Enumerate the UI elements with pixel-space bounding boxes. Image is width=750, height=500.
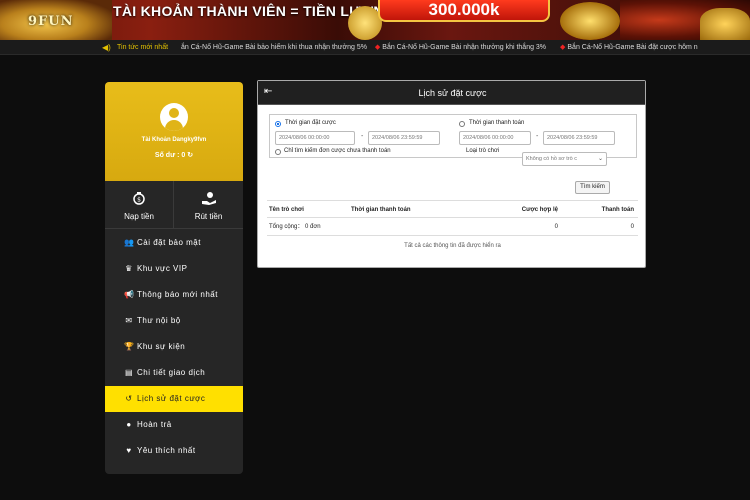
envelope-icon: ✉: [125, 316, 133, 325]
deposit-button[interactable]: $ Nạp tiền: [105, 181, 174, 229]
site-logo[interactable]: 9FUN: [0, 0, 112, 40]
history-icon: ↺: [125, 394, 133, 403]
logo-text: 9FUN: [28, 14, 74, 29]
banner-amount-box: 300.000k: [378, 0, 550, 22]
account-name: Tài Khoản Dangky9fvn: [141, 137, 207, 143]
svg-text:$: $: [137, 197, 141, 204]
menu-item-label: Khu sự kiện: [137, 342, 186, 351]
speaker-icon: ◀): [102, 43, 111, 52]
menu-item-label: Cài đặt bảo mật: [137, 238, 201, 247]
menu-item-vip[interactable]: ♛ Khu vực VIP: [105, 256, 243, 282]
panel-header: ⇤ Lịch sử đặt cược: [258, 81, 645, 105]
menu-item-label: Chi tiết giao dịch: [137, 368, 206, 377]
menu-item-events[interactable]: 🏆 Khu sự kiện: [105, 334, 243, 360]
menu-item-label: Thư nội bộ: [137, 316, 181, 325]
withdraw-button[interactable]: Rút tiền: [174, 181, 243, 229]
menu-item-transactions[interactable]: ▤ Chi tiết giao dịch: [105, 360, 243, 386]
users-cog-icon: 👥: [124, 238, 135, 247]
avatar-head: [169, 108, 179, 118]
bet-from-input[interactable]: 2024/08/06 00:00:00: [275, 131, 355, 145]
search-button[interactable]: Tìm kiếm: [575, 181, 610, 194]
total-count: 0 đơn: [305, 224, 321, 230]
ticker-item[interactable]: ◆ Bắn Cá-Nổ Hũ-Game Bài nhận thưởng khi t…: [375, 44, 552, 51]
profile-card: Tài Khoản Dangky9fvn Số dư : 0 ↻: [105, 82, 243, 181]
avatar: [160, 103, 188, 131]
total-cell: Tổng cộng： 0 đơn: [269, 218, 321, 236]
pay-time-label: Thời gian thanh toán: [469, 120, 525, 126]
megaphone-icon: 📢: [124, 290, 135, 299]
ticker-items: ắn Cá-Nổ Hũ-Game Bài bảo hiểm khi thua n…: [181, 40, 710, 54]
unsettled-label: Chỉ tìm kiếm đơn cược chưa thanh toán: [284, 148, 391, 154]
unsettled-checkbox[interactable]: [275, 149, 281, 155]
menu-item-label: Hoàn trả: [137, 420, 172, 429]
account-menu: 👥 Cài đặt bảo mật ♛ Khu vực VIP 📢 Thông báo…: [105, 230, 243, 464]
page-title: Lịch sử đặt cược: [418, 88, 487, 98]
bet-to-input[interactable]: 2024/08/06 23:59:59: [368, 131, 440, 145]
total-valid-bet: 0: [554, 224, 558, 230]
game-type-select[interactable]: Không có hồ sơ trò c ⌄: [522, 152, 607, 166]
menu-item-favorites[interactable]: ♥ Yêu thích nhất: [105, 438, 243, 464]
heart-icon: ♥: [126, 446, 132, 455]
coins-decoration: [700, 8, 750, 40]
refresh-icon[interactable]: ↻: [187, 152, 193, 159]
menu-item-announcements[interactable]: 📢 Thông báo mới nhất: [105, 282, 243, 308]
trophy-icon: 🏆: [124, 342, 135, 351]
promo-banner[interactable]: 9FUN TÀI KHOẢN THÀNH VIÊN = TIỀN LƯƠNG 3…: [0, 0, 750, 40]
news-ticker: ◀) Tin tức mới nhất ắn Cá-Nổ Hũ-Game Bài…: [0, 40, 750, 55]
col-payout: Thanh toán: [601, 207, 634, 213]
ticker-item[interactable]: ◆ Bắn Cá-Nổ Hũ-Game Bài đặt cược hôm n: [560, 44, 704, 51]
ticker-label: Tin tức mới nhất: [117, 44, 169, 51]
total-label: Tổng cộng：: [269, 224, 304, 230]
bet-time-radio[interactable]: [275, 121, 281, 127]
balance-row: Số dư : 0 ↻: [105, 151, 243, 159]
menu-item-label: Yêu thích nhất: [137, 446, 196, 455]
col-game-name: Tên trò chơi: [269, 207, 304, 213]
range-dash: -: [536, 133, 539, 140]
menu-item-bet-history[interactable]: ↺ Lịch sử đặt cược: [105, 386, 243, 412]
ticker-item[interactable]: ắn Cá-Nổ Hũ-Game Bài bảo hiểm khi thua n…: [181, 44, 367, 51]
menu-item-label: Lịch sử đặt cược: [137, 394, 206, 403]
hand-money-icon: [174, 191, 243, 208]
game-type-value: Không có hồ sơ trò c: [526, 156, 577, 162]
deposit-label: Nạp tiền: [124, 212, 154, 221]
bullet-icon: ◆: [374, 44, 381, 51]
menu-item-label: Khu vực VIP: [137, 264, 188, 273]
account-sidebar: Tài Khoản Dangky9fvn Số dư : 0 ↻ $ Nạp t…: [105, 82, 243, 474]
chevron-down-icon: ⌄: [597, 156, 603, 162]
menu-item-label: Thông báo mới nhất: [137, 290, 218, 299]
menu-item-inbox[interactable]: ✉ Thư nội bộ: [105, 308, 243, 334]
crown-icon: ♛: [125, 264, 133, 273]
table-footer-note: Tất cả các thông tin đã được hiển ra: [404, 243, 501, 249]
bet-history-table: Tên trò chơi Thời gian thanh toán Cược h…: [267, 200, 638, 256]
quick-actions: $ Nạp tiền Rút tiền: [105, 181, 243, 229]
bullet-icon: ◆: [560, 44, 566, 51]
ticker-item-text: Bắn Cá-Nổ Hũ-Game Bài nhận thưởng khi th…: [382, 44, 547, 51]
game-type-label: Loại trò chơi: [466, 148, 500, 154]
pay-from-input[interactable]: 2024/08/06 00:00:00: [459, 131, 531, 145]
gold-ingot-decoration: [560, 2, 620, 40]
money-bag-icon: $: [105, 191, 173, 208]
bet-history-panel: ⇤ Lịch sử đặt cược Thời gian đặt cược 20…: [257, 80, 646, 268]
refund-icon: ●: [126, 420, 132, 429]
col-valid-bet: Cược hợp lệ: [521, 207, 558, 213]
gold-decoration: [348, 6, 382, 40]
range-dash: -: [361, 133, 364, 140]
balance-text: Số dư : 0: [154, 152, 186, 159]
avatar-body: [165, 120, 183, 131]
table-header-row: Tên trò chơi Thời gian thanh toán Cược h…: [267, 200, 638, 218]
table-total-row: Tổng cộng： 0 đơn 0 0: [267, 218, 638, 236]
ticker-item-text: Bắn Cá-Nổ Hũ-Game Bài đặt cược hôm n: [567, 44, 698, 51]
total-payout: 0: [630, 224, 634, 230]
pay-to-input[interactable]: 2024/08/06 23:59:59: [543, 131, 615, 145]
menu-item-security[interactable]: 👥 Cài đặt bảo mật: [105, 230, 243, 256]
withdraw-label: Rút tiền: [194, 212, 223, 221]
bet-time-label: Thời gian đặt cược: [285, 120, 336, 126]
col-settle-time: Thời gian thanh toán: [351, 207, 411, 213]
banner-amount: 300.000k: [428, 0, 500, 19]
pay-time-radio[interactable]: [459, 121, 465, 127]
document-icon: ▤: [124, 368, 134, 377]
menu-item-refund[interactable]: ● Hoàn trả: [105, 412, 243, 438]
